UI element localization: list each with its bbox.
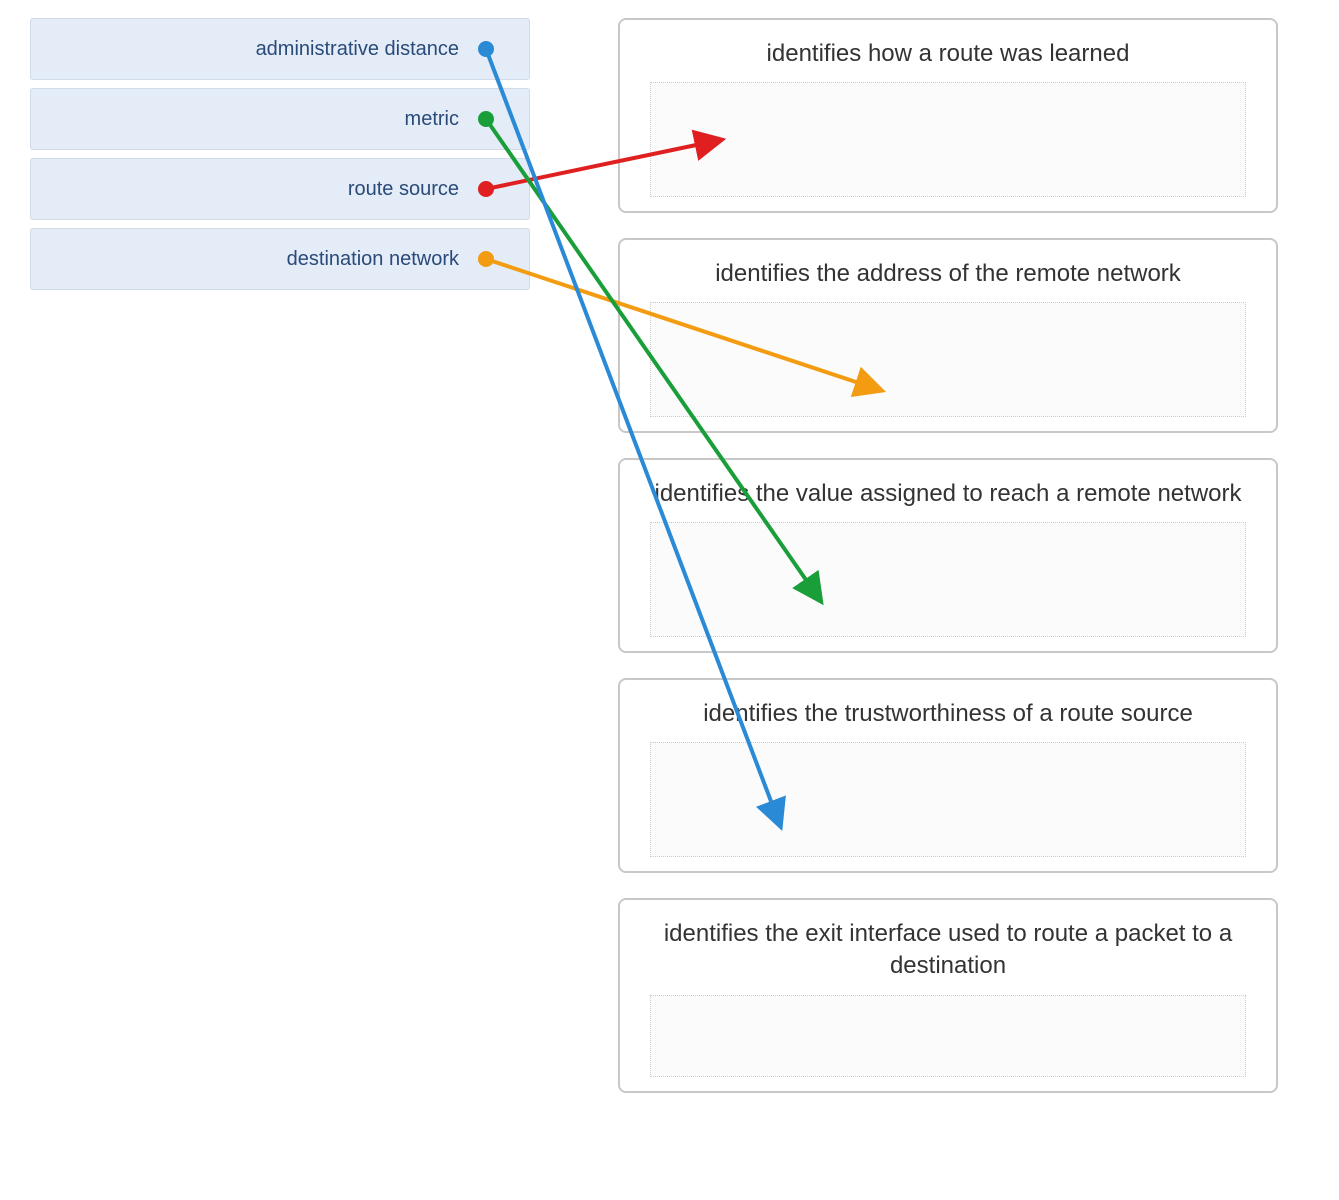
target-value-assigned[interactable]: identifies the value assigned to reach a…: [618, 458, 1278, 653]
target-label: identifies the exit interface used to ro…: [650, 918, 1246, 983]
source-destination-network[interactable]: destination network: [30, 228, 530, 290]
target-label: identifies the trustworthiness of a rout…: [703, 698, 1193, 730]
drop-zone[interactable]: [650, 522, 1246, 637]
source-label: route source: [348, 178, 459, 201]
target-trustworthiness[interactable]: identifies the trustworthiness of a rout…: [618, 678, 1278, 873]
source-metric[interactable]: metric: [30, 88, 530, 150]
target-how-learned[interactable]: identifies how a route was learned: [618, 18, 1278, 213]
matching-diagram: administrative distance metric route sou…: [0, 0, 1339, 1200]
target-label: identifies how a route was learned: [767, 38, 1130, 70]
source-administrative-distance[interactable]: administrative distance: [30, 18, 530, 80]
target-exit-interface[interactable]: identifies the exit interface used to ro…: [618, 898, 1278, 1093]
source-label: metric: [405, 108, 459, 131]
target-label: identifies the address of the remote net…: [715, 258, 1181, 290]
drop-zone[interactable]: [650, 742, 1246, 857]
drop-zone[interactable]: [650, 82, 1246, 197]
source-route-source[interactable]: route source: [30, 158, 530, 220]
drop-zone[interactable]: [650, 302, 1246, 417]
target-label: identifies the value assigned to reach a…: [654, 478, 1241, 510]
target-remote-address[interactable]: identifies the address of the remote net…: [618, 238, 1278, 433]
source-label: administrative distance: [256, 38, 459, 61]
drop-zone[interactable]: [650, 995, 1246, 1077]
source-label: destination network: [287, 248, 459, 271]
